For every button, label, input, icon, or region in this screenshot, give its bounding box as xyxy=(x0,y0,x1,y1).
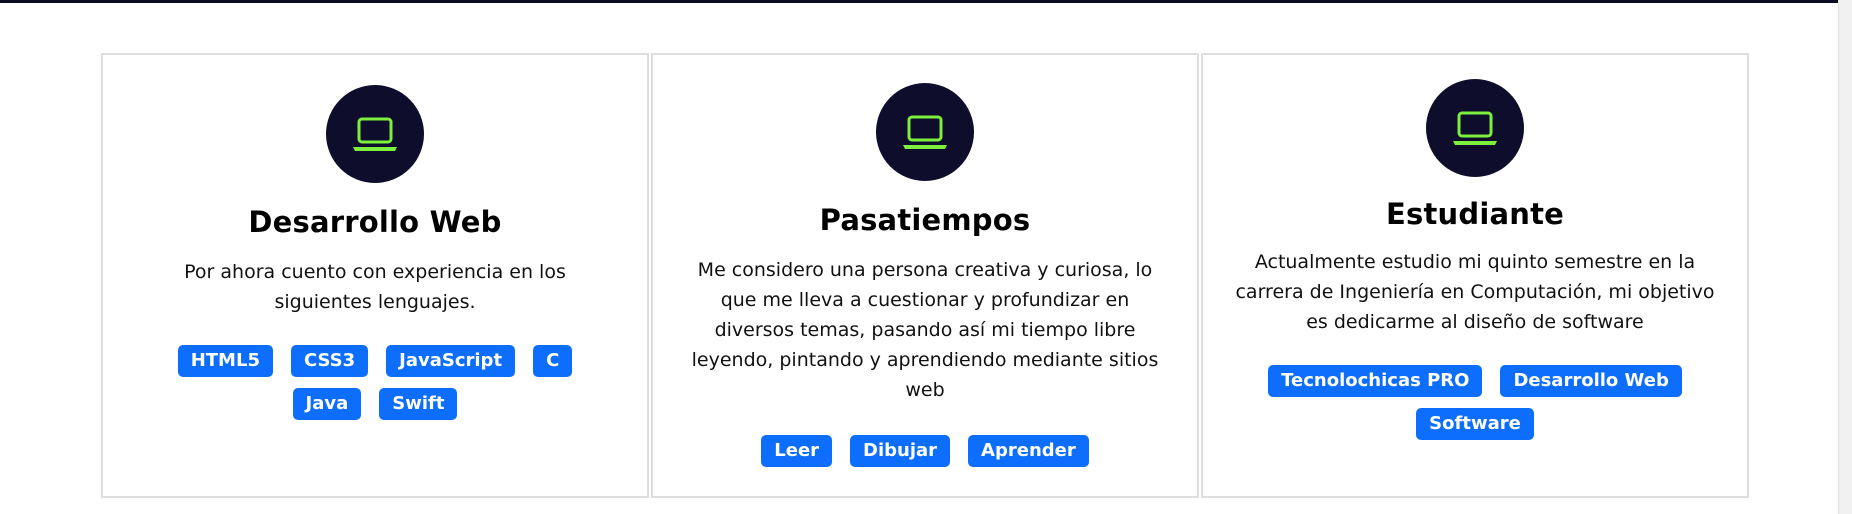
laptop-icon xyxy=(326,85,424,183)
card-title: Desarrollo Web xyxy=(248,205,502,239)
tag-aprender: Aprender xyxy=(968,435,1089,467)
card-description: Por ahora cuento con experiencia en los … xyxy=(184,261,566,313)
tag-list: Tecnolochicas PRO Desarrollo Web Softwar… xyxy=(1265,365,1685,440)
tag-list: Leer Dibujar Aprender xyxy=(685,435,1165,467)
tag-javascript: JavaScript xyxy=(386,345,516,377)
card-title: Pasatiempos xyxy=(819,203,1031,237)
card-description: Actualmente estudio mi quinto semestre e… xyxy=(1235,251,1715,333)
top-border xyxy=(0,0,1852,3)
card-title: Estudiante xyxy=(1385,197,1565,231)
tag-leer: Leer xyxy=(761,435,833,467)
tag-tecnolochicas-pro: Tecnolochicas PRO xyxy=(1268,365,1483,397)
card-desarrollo-web: Desarrollo Web Por ahora cuento con expe… xyxy=(101,53,649,498)
tag-java: Java xyxy=(292,388,362,420)
card-pasatiempos: Pasatiempos Me considero una persona cre… xyxy=(651,53,1199,498)
scrollbar[interactable] xyxy=(1838,0,1852,514)
tag-css3: CSS3 xyxy=(290,345,369,377)
tag-desarrollo-web: Desarrollo Web xyxy=(1500,365,1682,397)
tag-c: C xyxy=(533,345,573,377)
laptop-icon xyxy=(1426,79,1524,177)
card-estudiante: Estudiante Actualmente estudio mi quinto… xyxy=(1201,53,1749,498)
card-description: Me considero una persona creativa y curi… xyxy=(691,259,1159,401)
tag-dibujar: Dibujar xyxy=(850,435,951,467)
cards-section: Desarrollo Web Por ahora cuento con expe… xyxy=(101,53,1749,498)
tag-software: Software xyxy=(1416,408,1534,440)
tag-list: HTML5 CSS3 JavaScript C Java Swift xyxy=(140,345,610,420)
tag-swift: Swift xyxy=(379,388,458,420)
laptop-icon xyxy=(876,83,974,181)
tag-html5: HTML5 xyxy=(177,345,273,377)
